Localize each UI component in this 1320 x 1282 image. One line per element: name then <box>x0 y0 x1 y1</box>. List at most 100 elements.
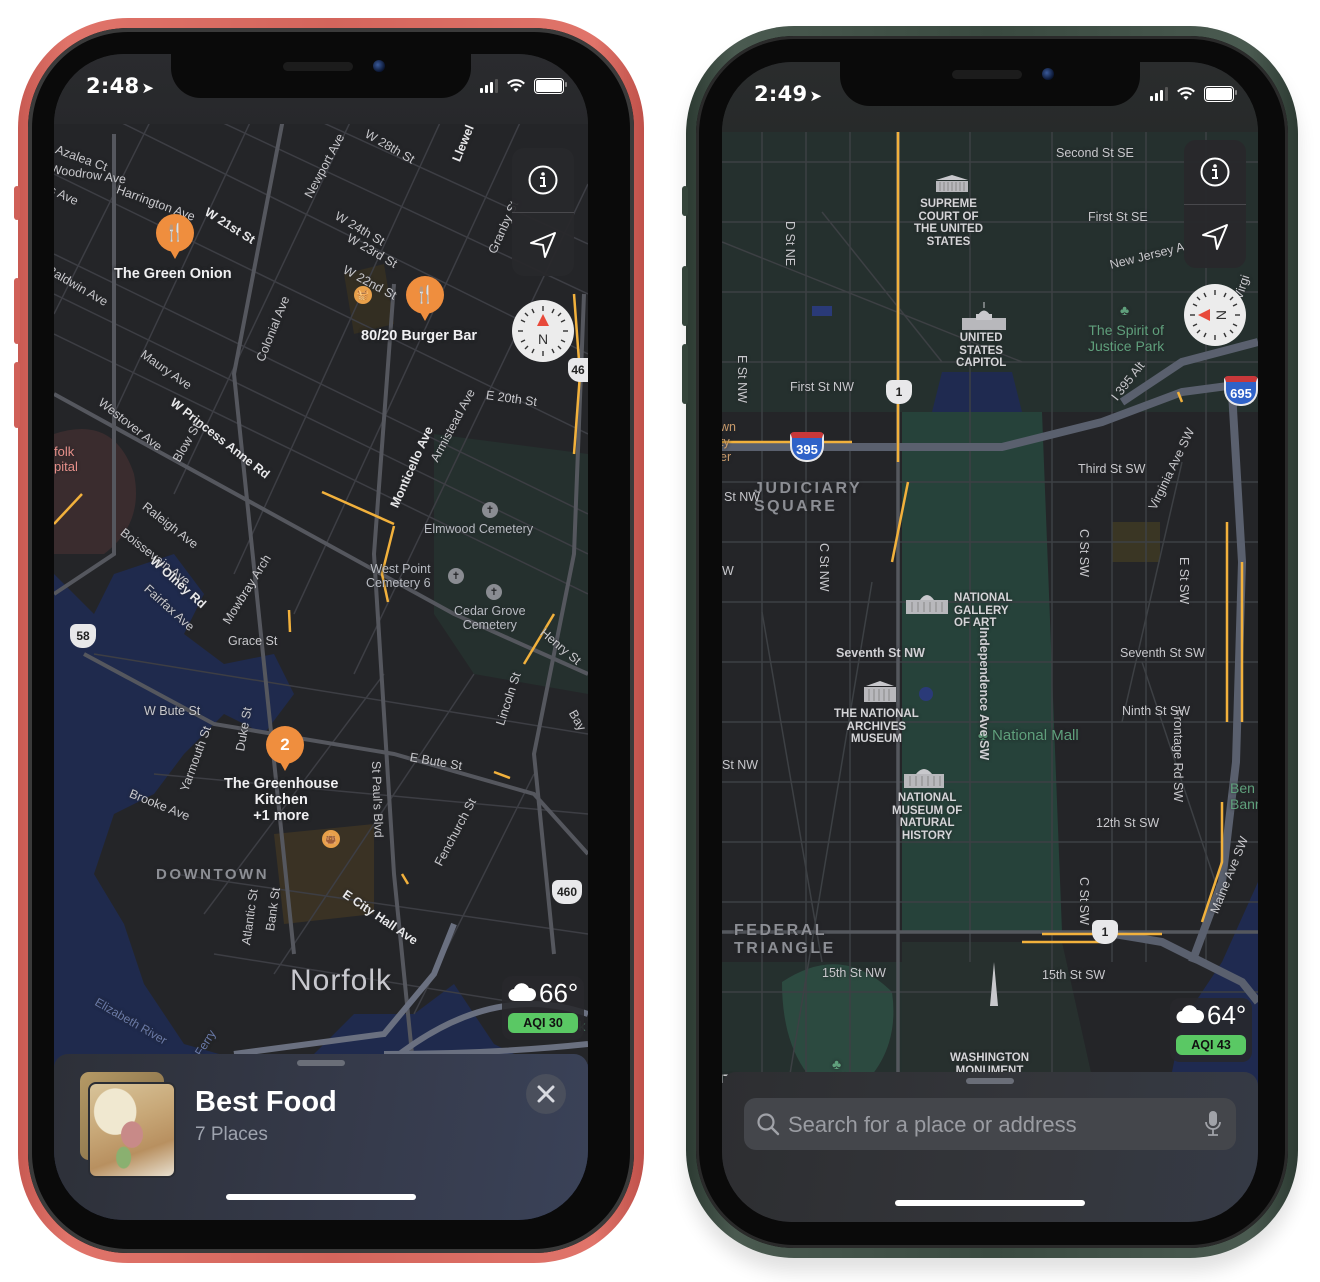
place-label[interactable]: The Greenhouse Kitchen +1 more <box>224 776 338 824</box>
mute-switch <box>682 186 688 216</box>
street-label: St NW <box>722 758 759 772</box>
street-label: Independence Ave SW <box>977 627 991 761</box>
location-arrow-icon: ➤ <box>141 79 155 97</box>
search-sheet[interactable] <box>722 1072 1258 1222</box>
park-banneker[interactable]: Ben Banne <box>1230 780 1258 812</box>
landmark-capitol[interactable]: UNITED STATES CAPITOL <box>956 332 1006 370</box>
close-button[interactable] <box>526 1074 566 1114</box>
fork-knife-icon: 🍴 <box>164 223 186 242</box>
search-input[interactable] <box>786 1098 1186 1152</box>
cellular-signal-icon <box>1150 87 1168 101</box>
map-controls <box>512 148 574 276</box>
street-label: 15th St SW <box>1042 968 1106 982</box>
cluster-count: 2 <box>280 735 290 754</box>
temperature: 66° <box>539 978 579 1008</box>
map-canvas-norfolk[interactable]: Azalea Ct Woodrow Ave s Ave Harrington A… <box>54 54 588 1220</box>
archives-icon <box>864 681 896 702</box>
guide-title: Best Food <box>195 1086 337 1118</box>
maps-screen-left: 2:48 ➤ Azalea Ct Woodrow Ave s Ave Harri… <box>54 54 588 1220</box>
cellular-signal-icon <box>480 79 498 93</box>
supreme-court-icon <box>936 175 968 192</box>
district-federal-triangle: FEDERAL TRIANGLE <box>734 922 836 957</box>
cemetery-icon[interactable]: ✝ <box>482 502 498 518</box>
route-shield-us1: 1 <box>1092 920 1118 944</box>
landmark-supreme-court[interactable]: SUPREME COURT OF THE UNITED STATES <box>914 198 983 248</box>
place-label[interactable]: 80/20 Burger Bar <box>361 328 477 344</box>
tree-icon: ♣ <box>1120 302 1130 318</box>
guide-thumbnail <box>80 1072 176 1178</box>
info-icon <box>1200 157 1230 187</box>
street-label: St Paul's Blvd <box>369 760 386 838</box>
cemetery-icon[interactable]: ✝ <box>486 584 502 600</box>
info-button[interactable] <box>512 148 574 212</box>
status-time: 2:48 ➤ <box>86 74 155 98</box>
compass-button[interactable]: N <box>512 300 574 362</box>
volume-up-button <box>682 266 688 326</box>
street-label: First St SE <box>1088 210 1148 224</box>
compass-icon: N <box>518 306 568 356</box>
search-bar[interactable] <box>744 1098 1236 1152</box>
front-camera <box>373 60 385 72</box>
track-location-button[interactable] <box>512 213 574 277</box>
maps-screen-right: 2:49 ➤ SUPREME COURT OF THE UNITED STATE… <box>722 62 1258 1222</box>
aqi-badge: AQI 43 <box>1176 1035 1246 1055</box>
volume-down-button <box>14 362 20 428</box>
district-judiciary-square: JUDICIARY SQUARE <box>754 480 863 515</box>
location-arrow-icon: ➤ <box>809 87 823 105</box>
poi-hospital[interactable]: folk pital <box>54 444 78 474</box>
street-label: E St NW <box>735 355 749 403</box>
park-spirit-of-justice[interactable]: The Spirit of Justice Park <box>1088 322 1164 354</box>
natural-history-icon <box>904 769 944 788</box>
front-camera <box>1042 68 1054 80</box>
shopping-icon[interactable]: 👜 <box>322 830 340 848</box>
grocery-icon[interactable]: 🧺 <box>354 286 372 304</box>
home-indicator[interactable] <box>895 1200 1085 1206</box>
cloud-icon <box>508 978 537 1009</box>
weather-widget[interactable]: 66° AQI 30 <box>502 976 584 1040</box>
aqi-badge: AQI 30 <box>508 1013 578 1033</box>
park-national-mall[interactable]: ♣ National Mall <box>978 728 1079 744</box>
battery-icon <box>1204 86 1237 102</box>
street-label: W Bute St <box>144 704 201 718</box>
street-label: D St NE <box>783 221 797 267</box>
street-label: C St SW <box>1077 877 1091 925</box>
street-label: St NW <box>724 490 761 504</box>
place-pin-green-onion[interactable]: 🍴 <box>156 214 194 259</box>
notch <box>171 54 471 98</box>
fork-knife-icon: 🍴 <box>414 285 436 304</box>
district-downtown: DOWNTOWN <box>156 866 270 883</box>
street-label: E St SW <box>1177 557 1191 605</box>
wifi-icon <box>1177 87 1195 100</box>
landmark-natural-history[interactable]: NATIONAL MUSEUM OF NATURAL HISTORY <box>892 792 962 842</box>
cemetery-icon[interactable]: ✝ <box>448 568 464 584</box>
landmark-national-archives[interactable]: THE NATIONAL ARCHIVES MUSEUM <box>834 708 919 746</box>
compass-button[interactable]: N <box>1184 284 1246 346</box>
place-pin-burger-bar[interactable]: 🍴 <box>406 276 444 321</box>
poi-elmwood-cemetery[interactable]: Elmwood Cemetery <box>424 522 533 536</box>
guide-sheet[interactable]: Best Food 7 Places <box>54 1054 588 1220</box>
sheet-grabber[interactable] <box>297 1060 345 1066</box>
poi-cedar-grove-cemetery[interactable]: Cedar Grove Cemetery <box>454 604 526 632</box>
volume-down-button <box>682 344 688 404</box>
street-label: Second St SE <box>1056 146 1134 160</box>
street-label: First St NW <box>790 380 854 394</box>
sheet-grabber[interactable] <box>966 1078 1014 1084</box>
microphone-icon[interactable] <box>1204 1110 1222 1138</box>
info-button[interactable] <box>1184 140 1246 204</box>
compass-icon: N <box>1190 290 1240 340</box>
route-shield: 58 <box>70 624 96 648</box>
place-pin-cluster[interactable]: 2 <box>266 726 304 771</box>
interstate-shield-695: 695 <box>1224 376 1258 406</box>
landmark-national-gallery[interactable]: NATIONAL GALLERY OF ART <box>954 592 1013 630</box>
place-label[interactable]: The Green Onion <box>114 266 232 282</box>
poi-west-point-cemetery[interactable]: West Point Cemetery 6 <box>366 562 431 590</box>
home-indicator[interactable] <box>226 1194 416 1200</box>
street-label: Third St SW <box>1078 462 1146 476</box>
capitol-icon <box>962 302 1006 330</box>
interstate-shield-395: 395 <box>790 432 824 462</box>
street-label: Ninth St SW <box>1122 704 1191 718</box>
track-location-button[interactable] <box>1184 205 1246 269</box>
weather-widget[interactable]: 64° AQI 43 <box>1170 998 1252 1062</box>
notch <box>840 62 1140 106</box>
street-label: 12th St SW <box>1096 816 1160 830</box>
